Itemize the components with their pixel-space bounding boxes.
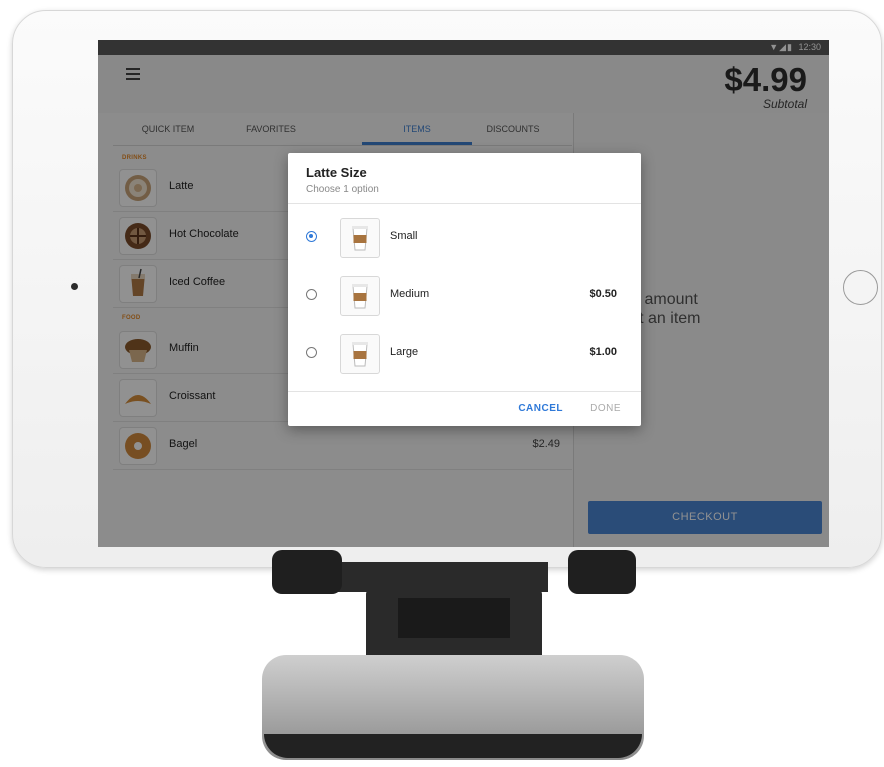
dialog-subtitle: Choose 1 option <box>306 184 379 195</box>
option-label: Large <box>390 346 419 358</box>
radio-medium[interactable] <box>306 289 317 300</box>
tablet-device: ▼◢▮ 12:30 $4.99 Subtotal QUICK ITEM FAVO… <box>12 10 882 568</box>
stand-hinge <box>398 598 510 638</box>
radio-small[interactable] <box>306 231 317 242</box>
divider <box>288 391 641 392</box>
option-small[interactable]: Small <box>288 210 641 268</box>
cup-icon <box>340 334 380 374</box>
pos-screen: ▼◢▮ 12:30 $4.99 Subtotal QUICK ITEM FAVO… <box>98 40 829 547</box>
camera-icon <box>71 283 78 290</box>
stand-grip-right <box>568 550 636 594</box>
option-label: Small <box>390 230 418 242</box>
option-medium[interactable]: Medium $0.50 <box>288 268 641 326</box>
dialog-title: Latte Size <box>306 165 367 180</box>
cancel-button[interactable]: CANCEL <box>518 403 563 414</box>
radio-large[interactable] <box>306 347 317 358</box>
latte-size-dialog: Latte Size Choose 1 option Small Medium … <box>288 153 641 426</box>
cup-icon <box>340 276 380 316</box>
stand-base-edge <box>264 734 642 758</box>
home-button[interactable] <box>843 270 878 305</box>
divider <box>288 203 641 204</box>
done-button[interactable]: DONE <box>590 403 621 414</box>
option-label: Medium <box>390 288 430 300</box>
option-price: $0.50 <box>589 288 617 300</box>
stand-arm <box>338 562 548 592</box>
option-price: $1.00 <box>589 346 617 358</box>
cup-icon <box>340 218 380 258</box>
stand-grip-left <box>272 550 342 594</box>
option-large[interactable]: Large $1.00 <box>288 326 641 384</box>
